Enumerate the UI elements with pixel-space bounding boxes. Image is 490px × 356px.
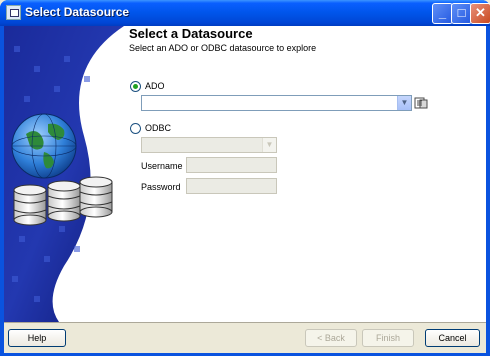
title-bar[interactable]: Select Datasource _ □ ✕ [0, 0, 490, 26]
page-subtitle: Select an ADO or ODBC datasource to expl… [129, 43, 317, 53]
dialog-body: Select a Datasource Select an ADO or ODB… [4, 26, 486, 353]
password-label: Password [141, 182, 181, 192]
maximize-button[interactable]: □ [451, 3, 472, 24]
content-area: Select a Datasource Select an ADO or ODB… [4, 26, 486, 322]
globe-icon [11, 113, 77, 179]
odbc-label[interactable]: ODBC [145, 123, 171, 133]
help-button[interactable]: Help [8, 329, 66, 347]
chevron-down-icon[interactable]: ▼ [262, 138, 276, 152]
sidebar-art [4, 26, 124, 322]
password-field[interactable] [186, 178, 277, 194]
page-title: Select a Datasource [129, 26, 253, 41]
minimize-button[interactable]: _ [432, 3, 453, 24]
ado-connection-dropdown[interactable]: ▼ [141, 95, 412, 111]
app-icon [6, 5, 21, 20]
window-title: Select Datasource [25, 5, 130, 19]
odbc-radio[interactable] [130, 123, 141, 134]
back-button[interactable]: < Back [305, 329, 357, 347]
button-bar: Help < Back Finish Cancel [4, 322, 486, 353]
chevron-down-icon[interactable]: ▼ [397, 96, 411, 110]
username-field[interactable] [186, 157, 277, 173]
browse-datasource-icon[interactable] [414, 96, 428, 110]
finish-button[interactable]: Finish [362, 329, 414, 347]
ado-label[interactable]: ADO [145, 81, 165, 91]
close-button[interactable]: ✕ [470, 3, 490, 24]
odbc-dsn-dropdown[interactable]: ▼ [141, 137, 277, 153]
dialog-window: Select Datasource _ □ ✕ Select a Datasou… [0, 0, 490, 356]
username-label: Username [141, 161, 183, 171]
cancel-button[interactable]: Cancel [425, 329, 480, 347]
ado-radio[interactable] [130, 81, 141, 92]
